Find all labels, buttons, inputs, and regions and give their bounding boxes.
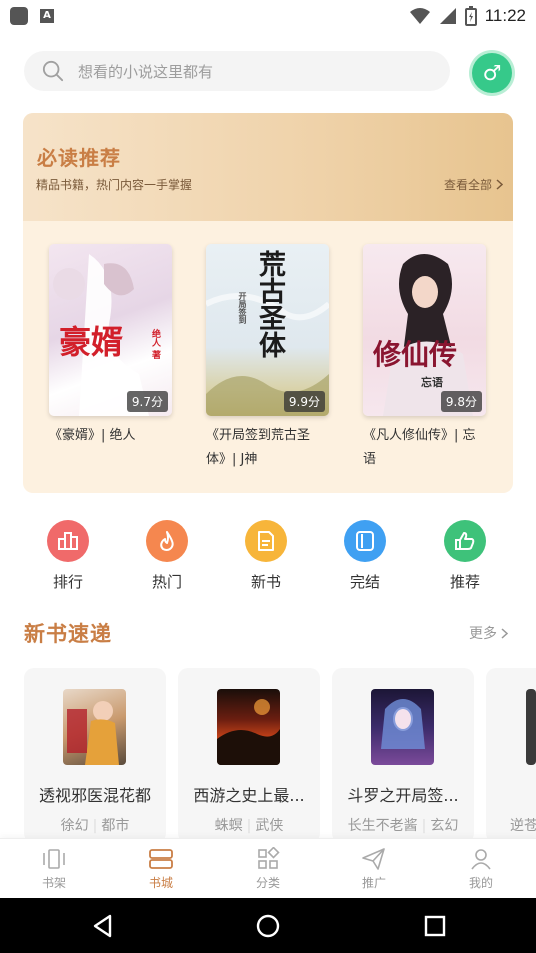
view-all-label: 查看全部 <box>443 178 492 192</box>
cover-author-text: 开局签到 <box>238 292 248 324</box>
tab-bookshelf[interactable]: 书架 <box>24 847 84 891</box>
category-label: 新书 <box>250 573 281 591</box>
app-notification-icon <box>10 7 28 25</box>
status-bar: A 11:22 <box>0 0 536 32</box>
book-cover <box>371 689 434 765</box>
new-books-more-link[interactable]: 更多 <box>469 623 508 643</box>
book-cover: 豪婿 绝人 著 9.7分 <box>49 244 172 416</box>
back-icon[interactable] <box>88 911 118 941</box>
category-icon <box>258 847 280 869</box>
male-icon: ♂ <box>482 61 502 85</box>
search-icon <box>42 60 64 82</box>
new-book-card-4[interactable]: 逆苍 <box>486 668 536 843</box>
book-tags: 蛛螟 | 武侠 <box>214 818 284 834</box>
book-tags: 徐幻 | 都市 <box>60 818 130 834</box>
keyboard-notification-icon: A <box>40 9 54 23</box>
book-author: 长生不老酱 <box>347 818 418 834</box>
book-title: 西游之史上最... <box>193 786 305 805</box>
tab-label: 书架 <box>41 876 66 890</box>
cover-author-text: 忘语 <box>421 376 443 389</box>
promote-icon <box>362 848 385 870</box>
book-author: 逆苍 <box>510 818 536 834</box>
system-navigation-bar <box>0 898 536 953</box>
book-author: 徐幻 <box>60 818 89 834</box>
fire-icon <box>146 520 188 562</box>
new-book-icon <box>245 520 287 562</box>
new-book-card-1[interactable]: 透视邪医混花都 徐幻 | 都市 <box>24 668 166 843</box>
category-rank[interactable]: 排行 <box>33 520 103 592</box>
new-books-title: 新书速递 <box>24 621 112 646</box>
category-label: 热门 <box>151 573 182 591</box>
search-placeholder: 想看的小说这里都有 <box>78 62 214 81</box>
category-new[interactable]: 新书 <box>231 520 301 592</box>
search-input[interactable]: 想看的小说这里都有 <box>24 51 450 91</box>
category-label: 完结 <box>349 573 380 591</box>
book-cover <box>63 689 126 765</box>
recommend-subtitle: 精品书籍，热门内容一手掌握 <box>36 178 193 192</box>
book-title: 透视邪医混花都 <box>38 786 151 805</box>
chevron-right-icon <box>496 179 503 190</box>
new-book-card-2[interactable]: 西游之史上最... 蛛螟 | 武侠 <box>178 668 320 843</box>
thumb-up-icon <box>444 520 486 562</box>
recommend-header: 必读推荐 精品书籍，热门内容一手掌握 查看全部 <box>23 113 513 221</box>
book-genre: 武侠 <box>255 818 284 834</box>
recommend-book-2[interactable]: 荒古圣体 开局签到 9.9分 《开局签到荒古圣体》| J神 <box>206 244 330 472</box>
score-badge: 9.8分 <box>440 391 482 412</box>
book-author: 蛛螟 <box>214 818 243 834</box>
more-label: 更多 <box>469 626 497 642</box>
bookshelf-icon <box>43 849 65 869</box>
finished-icon <box>344 520 386 562</box>
tab-label: 分类 <box>255 876 280 890</box>
status-time: 11:22 <box>484 6 526 25</box>
cover-title-text: 修仙传 <box>373 338 458 371</box>
chevron-right-icon <box>501 627 508 639</box>
battery-icon <box>464 6 477 26</box>
signal-icon <box>439 8 456 24</box>
new-book-card-3[interactable]: 斗罗之开局签... 长生不老酱 | 玄幻 <box>332 668 474 843</box>
cover-title-text: 豪婿 <box>59 323 124 361</box>
category-hot[interactable]: 热门 <box>132 520 202 592</box>
tab-promote[interactable]: 推广 <box>344 847 404 891</box>
recommend-view-all-link[interactable]: 查看全部 <box>444 176 503 193</box>
book-title: 《开局签到荒古圣体》| J神 <box>206 428 311 467</box>
recommend-card: 必读推荐 精品书籍，热门内容一手掌握 查看全部 豪婿 绝人 著 9.7分 《豪婿… <box>23 113 513 493</box>
book-cover <box>526 689 536 765</box>
profile-icon <box>471 849 491 870</box>
book-genre: 都市 <box>101 818 130 834</box>
book-cover: 荒古圣体 开局签到 9.9分 <box>206 244 329 416</box>
bottom-tab-bar: 书架 书城 分类 推广 我的 <box>0 838 536 898</box>
category-shortcuts: 排行 热门 新书 完结 推荐 <box>0 520 536 600</box>
book-cover: 修仙传 忘语 9.8分 <box>363 244 486 416</box>
tab-label: 我的 <box>468 876 493 890</box>
category-finished[interactable]: 完结 <box>330 520 400 592</box>
book-title: 《凡人修仙传》| 忘语 <box>363 428 476 467</box>
score-badge: 9.9分 <box>283 391 325 412</box>
book-tags: 长生不老酱 | 玄幻 <box>347 818 459 834</box>
tab-bookstore[interactable]: 书城 <box>131 847 191 891</box>
tab-category[interactable]: 分类 <box>238 847 298 891</box>
cover-author-text: 绝人 著 <box>150 329 160 360</box>
book-title: 《豪婿》| 绝人 <box>49 428 136 443</box>
book-title: 斗罗之开局签... <box>347 786 459 805</box>
category-label: 排行 <box>52 573 83 591</box>
tab-label: 书城 <box>148 876 173 890</box>
bookstore-icon <box>149 849 173 869</box>
tab-label: 推广 <box>361 876 386 890</box>
book-cover <box>217 689 280 765</box>
recommend-book-1[interactable]: 豪婿 绝人 著 9.7分 《豪婿》| 绝人 <box>49 244 173 448</box>
gender-switch-button[interactable]: ♂ <box>472 53 512 93</box>
book-genre: 玄幻 <box>430 818 459 834</box>
tab-profile[interactable]: 我的 <box>451 847 511 891</box>
wifi-icon <box>409 8 430 24</box>
category-label: 推荐 <box>449 573 480 591</box>
score-badge: 9.7分 <box>126 391 168 412</box>
category-recommend[interactable]: 推荐 <box>430 520 500 592</box>
recommend-book-3[interactable]: 修仙传 忘语 9.8分 《凡人修仙传》| 忘语 <box>363 244 487 472</box>
recommend-title: 必读推荐 <box>37 146 121 170</box>
cover-title-text: 荒古圣体 <box>254 250 285 358</box>
home-icon[interactable] <box>253 911 283 941</box>
rank-icon <box>47 520 89 562</box>
recents-icon[interactable] <box>420 911 450 941</box>
